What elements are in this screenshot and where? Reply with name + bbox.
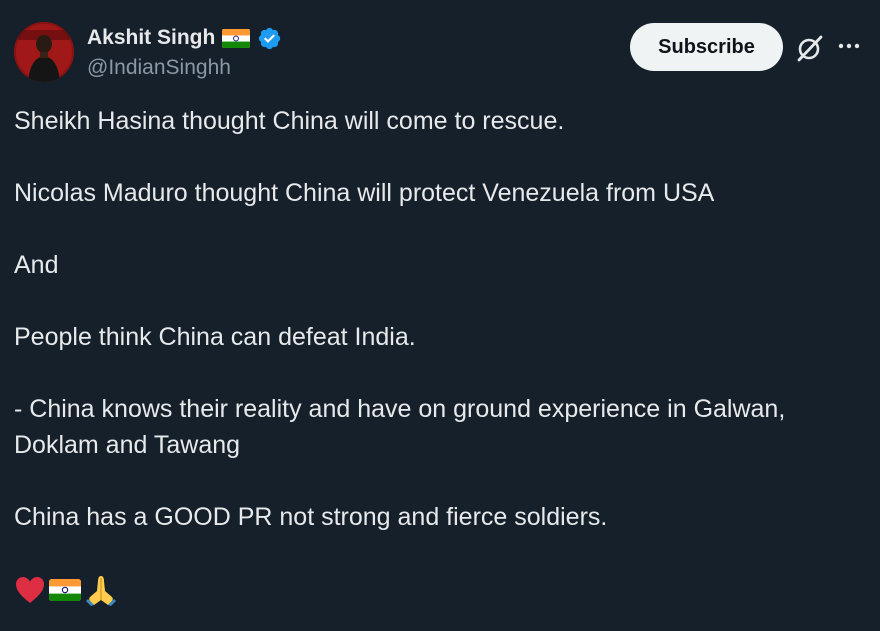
india-flag-emoji-icon — [48, 578, 82, 602]
grok-icon[interactable] — [795, 33, 825, 63]
tweet-paragraph: And — [14, 251, 59, 279]
author-handle[interactable]: @IndianSinghh — [87, 56, 231, 80]
tweet-paragraph: Sheikh Hasina thought China will come to… — [14, 107, 565, 135]
author-display-name[interactable]: Akshit Singh — [87, 26, 215, 50]
more-options-icon[interactable] — [837, 36, 863, 56]
tweet-paragraph: - China knows their reality and have on … — [14, 395, 786, 459]
verified-badge-icon[interactable] — [257, 26, 282, 51]
tweet-paragraph: People think China can defeat India. — [14, 323, 416, 351]
india-flag-icon — [222, 28, 251, 48]
subscribe-button[interactable]: Subscribe — [630, 23, 783, 71]
folded-hands-emoji-icon — [84, 573, 118, 607]
tweet-paragraph: Nicolas Maduro thought China will protec… — [14, 179, 715, 207]
avatar[interactable] — [14, 22, 74, 82]
tweet-emoji-row — [14, 572, 118, 608]
author-name-row: Akshit Singh — [87, 25, 282, 51]
red-heart-emoji-icon — [14, 575, 46, 605]
avatar-image — [14, 22, 74, 82]
tweet-paragraph: China has a GOOD PR not strong and fierc… — [14, 503, 608, 531]
